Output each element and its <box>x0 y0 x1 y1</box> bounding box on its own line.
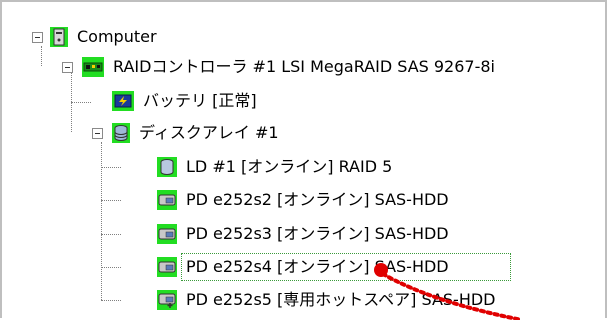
tree-node-label: PD e252s3 [オンライン] SAS-HDD <box>186 224 449 243</box>
tree-line <box>101 267 121 268</box>
tree-node-label: LD #1 [オンライン] RAID 5 <box>186 157 393 176</box>
collapse-toggle-controller[interactable] <box>62 62 73 73</box>
tree-node-label: バッテリ [正常] <box>143 91 257 110</box>
tree-node-hot-spare-drive[interactable]: PD e252s5 [専用ホットスペア] SAS-HDD <box>157 285 499 315</box>
collapse-toggle-computer[interactable] <box>32 32 43 43</box>
tree-node-controller[interactable]: RAIDコントローラ #1 LSI MegaRAID SAS 9267-8i <box>82 52 498 82</box>
tree-line <box>101 142 102 300</box>
logical-drive-icon <box>157 157 177 177</box>
tree-node-computer[interactable]: Computer <box>50 22 160 52</box>
tree-line <box>71 102 91 103</box>
hot-spare-drive-icon <box>157 290 177 310</box>
tree-line <box>101 200 121 201</box>
tree-node-logical-drive[interactable]: LD #1 [オンライン] RAID 5 <box>157 152 395 182</box>
tree-line <box>101 234 121 235</box>
tree-node-physical-drive-selected[interactable]: PD e252s4 [オンライン] SAS-HDD <box>157 252 511 282</box>
tree-node-physical-drive[interactable]: PD e252s2 [オンライン] SAS-HDD <box>157 185 452 215</box>
device-tree-panel: Computer RAIDコントローラ #1 LSI MegaRAID SAS … <box>0 0 607 320</box>
computer-icon <box>50 27 68 47</box>
tree-node-disk-array[interactable]: ディスクアレイ #1 <box>112 118 282 148</box>
tree-node-label: RAIDコントローラ #1 LSI MegaRAID SAS 9267-8i <box>113 57 495 76</box>
physical-drive-icon <box>157 257 177 277</box>
tree-node-label: PD e252s2 [オンライン] SAS-HDD <box>186 190 449 209</box>
tree-line <box>101 300 121 301</box>
tree-line <box>101 167 121 168</box>
physical-drive-icon <box>157 190 177 210</box>
raid-controller-icon <box>82 57 104 77</box>
tree-line <box>41 46 42 66</box>
tree-node-label: Computer <box>77 27 157 46</box>
tree-node-label: PD e252s4 [オンライン] SAS-HDD <box>181 253 511 281</box>
physical-drive-icon <box>157 224 177 244</box>
tree-node-label: ディスクアレイ #1 <box>139 123 279 142</box>
tree-node-battery[interactable]: バッテリ [正常] <box>112 86 260 116</box>
disk-array-icon <box>112 123 130 143</box>
collapse-toggle-array[interactable] <box>92 128 103 139</box>
tree-node-physical-drive[interactable]: PD e252s3 [オンライン] SAS-HDD <box>157 219 452 249</box>
battery-icon <box>112 91 134 111</box>
tree-node-label: PD e252s5 [専用ホットスペア] SAS-HDD <box>186 290 496 309</box>
